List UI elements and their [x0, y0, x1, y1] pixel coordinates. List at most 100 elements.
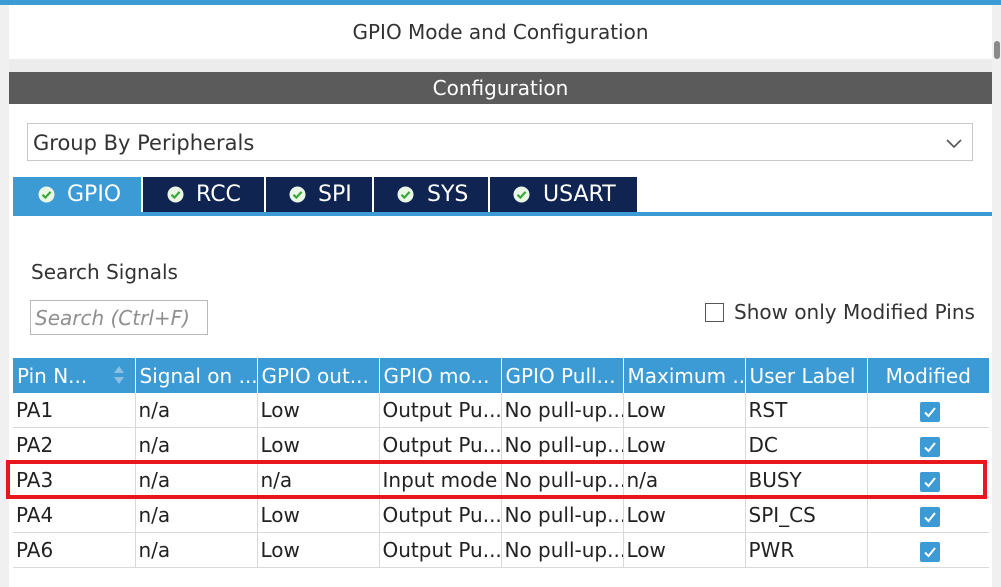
cell-gpio-pull: No pull-up...: [501, 532, 624, 568]
check-icon: [924, 441, 936, 452]
cell-maximum: Low: [623, 427, 746, 463]
modified-checkbox[interactable]: [919, 506, 940, 527]
cell-maximum: n/a: [623, 462, 746, 498]
table-header-row: Pin N... Signal on ... GPIO out... GPIO …: [13, 358, 989, 393]
group-by-dropdown[interactable]: Group By Peripherals: [27, 123, 973, 161]
column-header-label: Signal on ...: [139, 363, 257, 388]
search-signals-label: Search Signals: [31, 260, 178, 284]
column-header-label: Maximum ...: [627, 363, 745, 388]
cell-gpio-mode: Output Pu...: [379, 497, 502, 533]
column-header-label: Pin N...: [17, 363, 88, 388]
tab-sys[interactable]: SYS: [374, 177, 488, 212]
check-icon: [924, 476, 936, 487]
check-circle-icon: [38, 186, 55, 203]
panel-splitter-handle[interactable]: [994, 41, 1000, 59]
panel-title: GPIO Mode and Configuration: [9, 5, 992, 59]
table-row[interactable]: PA6 n/a Low Output Pu... No pull-up... L…: [13, 532, 989, 568]
check-icon: [924, 546, 936, 557]
cell-gpio-mode: Input mode: [379, 462, 502, 498]
cell-pin: PA6: [13, 532, 136, 568]
cell-gpio-pull: No pull-up...: [501, 427, 624, 463]
cell-gpio-output: n/a: [257, 462, 380, 498]
cell-signal: n/a: [135, 427, 258, 463]
tab-label: RCC: [196, 182, 241, 207]
check-icon: [924, 406, 936, 417]
column-header-maximum[interactable]: Maximum ...: [623, 358, 746, 393]
cell-signal: n/a: [135, 462, 258, 498]
cell-pin: PA4: [13, 497, 136, 533]
column-header-label: GPIO mo...: [383, 363, 490, 388]
cell-signal: n/a: [135, 393, 258, 428]
cell-gpio-output: Low: [257, 532, 380, 568]
column-header-modified[interactable]: Modified: [867, 358, 989, 393]
table-row[interactable]: PA2 n/a Low Output Pu... No pull-up... L…: [13, 427, 989, 463]
tab-label: SYS: [427, 182, 469, 207]
configuration-header: Configuration: [9, 72, 992, 104]
cell-modified: [867, 393, 989, 428]
cell-maximum: Low: [623, 532, 746, 568]
modified-checkbox[interactable]: [919, 436, 940, 457]
sort-icon[interactable]: [113, 364, 125, 386]
table-row[interactable]: PA1 n/a Low Output Pu... No pull-up... L…: [13, 393, 989, 428]
tab-label: USART: [543, 182, 616, 207]
cell-user-label: PWR: [745, 532, 868, 568]
tab-label: GPIO: [67, 182, 122, 207]
cell-user-label: SPI_CS: [745, 497, 868, 533]
panel-divider: [9, 59, 992, 72]
check-circle-icon: [167, 186, 184, 203]
table-row-highlighted[interactable]: PA3 n/a n/a Input mode No pull-up... n/a…: [13, 462, 989, 498]
show-modified-label[interactable]: Show only Modified Pins: [734, 300, 975, 324]
cell-gpio-mode: Output Pu...: [379, 532, 502, 568]
modified-checkbox[interactable]: [919, 471, 940, 492]
right-panel-edge: [992, 5, 1001, 587]
table-row[interactable]: PA4 n/a Low Output Pu... No pull-up... L…: [13, 497, 989, 533]
modified-checkbox[interactable]: [919, 401, 940, 422]
column-header-gpio-output[interactable]: GPIO out...: [257, 358, 380, 393]
left-panel-edge: [0, 5, 9, 587]
check-circle-icon: [289, 186, 306, 203]
modified-checkbox[interactable]: [919, 541, 940, 562]
cell-gpio-pull: No pull-up...: [501, 462, 624, 498]
cell-gpio-pull: No pull-up...: [501, 497, 624, 533]
check-icon: [924, 511, 936, 522]
chevron-down-icon: [946, 139, 962, 149]
cell-gpio-output: Low: [257, 497, 380, 533]
column-header-pin[interactable]: Pin N...: [13, 358, 136, 393]
check-circle-icon: [513, 186, 530, 203]
tab-label: SPI: [318, 182, 352, 207]
tab-underline: [13, 212, 992, 216]
cell-gpio-output: Low: [257, 393, 380, 428]
cell-signal: n/a: [135, 532, 258, 568]
cell-user-label: BUSY: [745, 462, 868, 498]
cell-pin: PA2: [13, 427, 136, 463]
cell-maximum: Low: [623, 393, 746, 428]
column-header-label: Modified: [885, 363, 971, 388]
cell-pin: PA3: [13, 462, 136, 498]
column-header-label: GPIO out...: [261, 363, 369, 388]
cell-pin: PA1: [13, 393, 136, 428]
column-header-signal[interactable]: Signal on ...: [135, 358, 258, 393]
cell-modified: [867, 427, 989, 463]
cell-user-label: RST: [745, 393, 868, 428]
column-header-gpio-pull[interactable]: GPIO Pull...: [501, 358, 624, 393]
cell-gpio-mode: Output Pu...: [379, 393, 502, 428]
tab-usart[interactable]: USART: [490, 177, 637, 212]
tab-spi[interactable]: SPI: [266, 177, 372, 212]
pin-configuration-table: Pin N... Signal on ... GPIO out... GPIO …: [13, 358, 989, 568]
column-header-gpio-mode[interactable]: GPIO mo...: [379, 358, 502, 393]
cell-modified: [867, 532, 989, 568]
check-circle-icon: [397, 186, 414, 203]
search-input[interactable]: [30, 300, 208, 335]
cell-signal: n/a: [135, 497, 258, 533]
cell-gpio-output: Low: [257, 427, 380, 463]
cell-gpio-mode: Output Pu...: [379, 427, 502, 463]
show-modified-checkbox[interactable]: [705, 303, 724, 322]
cell-user-label: DC: [745, 427, 868, 463]
group-by-value: Group By Peripherals: [33, 131, 255, 155]
cell-modified: [867, 497, 989, 533]
tab-rcc[interactable]: RCC: [143, 177, 264, 212]
column-header-label: User Label: [749, 363, 856, 388]
column-header-user-label[interactable]: User Label: [745, 358, 868, 393]
tab-gpio[interactable]: GPIO: [13, 177, 141, 212]
cell-maximum: Low: [623, 497, 746, 533]
